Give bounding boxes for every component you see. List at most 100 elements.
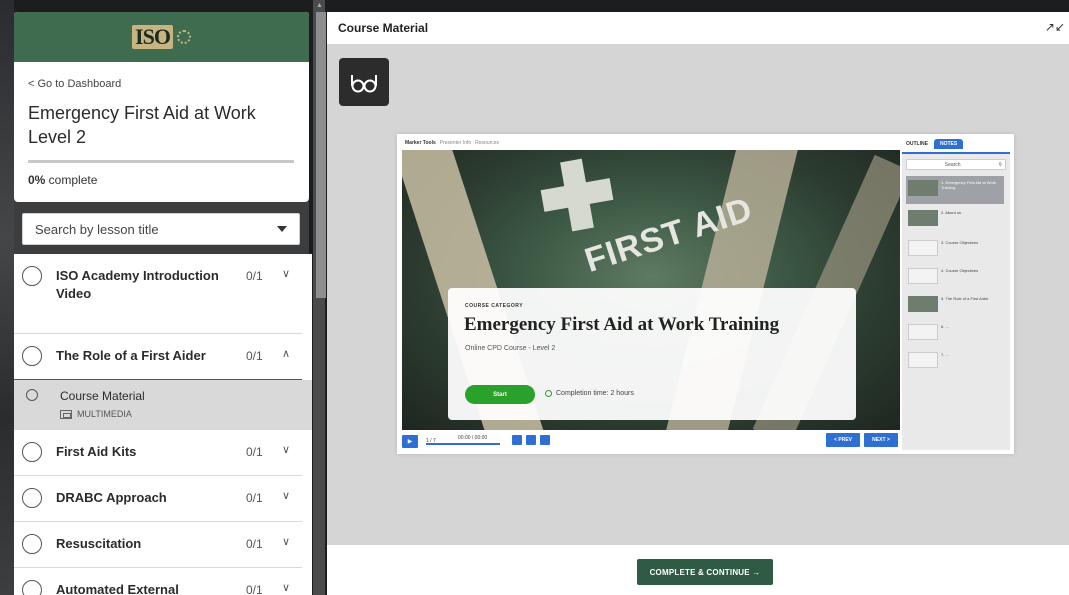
lesson-type-label: MULTIMEDIA bbox=[77, 409, 132, 419]
play-button[interactable]: ▶ bbox=[402, 434, 418, 448]
scrollbar-thumb[interactable] bbox=[316, 12, 326, 298]
completion-time-label: Completion time: 2 hours bbox=[556, 390, 634, 397]
slide-title: Emergency First Aid at Work Training bbox=[464, 314, 780, 335]
section-status-icon bbox=[22, 442, 42, 462]
section-iso-academy-introduction[interactable]: ISO Academy Introduction Video 0/1 ∨ bbox=[14, 254, 302, 334]
chevron-down-icon[interactable]: ∨ bbox=[282, 535, 290, 548]
section-count: 0/1 bbox=[246, 269, 263, 283]
prev-button[interactable]: < PREV bbox=[826, 433, 860, 447]
lesson-type: MULTIMEDIA bbox=[60, 409, 132, 419]
lesson-status-icon bbox=[26, 389, 38, 401]
outline-item[interactable]: 4. Course Objectives bbox=[906, 264, 1004, 292]
volume-icon[interactable] bbox=[526, 435, 536, 445]
time-display: 00:00 / 00:00 bbox=[458, 435, 488, 441]
complete-and-continue-button[interactable]: COMPLETE & CONTINUE → bbox=[637, 559, 773, 585]
tab-resources[interactable]: Resources bbox=[475, 140, 499, 146]
sidebar-scrollbar[interactable]: ▲ bbox=[313, 0, 326, 595]
outline-search-placeholder: Search bbox=[944, 161, 961, 168]
chevron-up-icon[interactable]: ∧ bbox=[282, 347, 290, 360]
slide-thumbnail bbox=[908, 240, 938, 256]
section-status-icon bbox=[22, 266, 42, 286]
logo-text: ISO bbox=[132, 25, 173, 49]
content-header: Course Material bbox=[327, 12, 1069, 44]
tab-presenter-info[interactable]: Presenter Info bbox=[440, 140, 471, 146]
next-button[interactable]: NEXT > bbox=[864, 433, 898, 447]
tab-marker-tools[interactable]: Marker Tools bbox=[405, 140, 436, 146]
tab-notes[interactable]: NOTES bbox=[933, 139, 964, 149]
glasses-icon bbox=[351, 75, 377, 93]
section-status-icon bbox=[22, 488, 42, 508]
outline-item-label: 3. Course Objectives bbox=[941, 240, 979, 245]
seek-bar[interactable] bbox=[426, 443, 500, 445]
expand-icon[interactable]: ↗↙ bbox=[1045, 20, 1065, 34]
outline-item-label: 2. About us bbox=[941, 210, 962, 215]
dropdown-caret-icon bbox=[277, 226, 287, 232]
lesson-search-select[interactable]: Search by lesson title bbox=[22, 213, 300, 245]
course-header-card: ISO < Go to Dashboard Emergency First Ai… bbox=[14, 12, 309, 202]
content-footer: COMPLETE & CONTINUE → bbox=[327, 545, 1069, 595]
outline-item[interactable]: 5. The Role of a First Aider bbox=[906, 292, 1004, 320]
first-aid-cross-icon bbox=[536, 154, 617, 235]
clock-icon bbox=[545, 390, 552, 397]
slide-thumbnail bbox=[908, 210, 938, 226]
outline-item[interactable]: 2. About us bbox=[906, 206, 1004, 234]
outline-search-input[interactable]: Search ⚲ bbox=[906, 159, 1006, 170]
lesson-course-material[interactable]: Course Material MULTIMEDIA bbox=[14, 380, 312, 430]
section-title: ISO Academy Introduction Video bbox=[56, 268, 219, 301]
section-count: 0/1 bbox=[246, 491, 263, 505]
main-content: Course Material ↗↙ Marker Tools Presente… bbox=[327, 12, 1069, 595]
search-icon: ⚲ bbox=[998, 161, 1002, 168]
fullscreen-icon[interactable] bbox=[540, 435, 550, 445]
section-title: Resuscitation bbox=[56, 536, 142, 551]
section-count: 0/1 bbox=[246, 537, 263, 551]
slide-thumbnail bbox=[908, 296, 938, 312]
section-status-icon bbox=[22, 534, 42, 554]
outline-item-label: 5. The Role of a First Aider bbox=[941, 296, 989, 301]
outline-item[interactable]: 3. Course Objectives bbox=[906, 236, 1004, 264]
course-category-label: COURSE CATEGORY bbox=[465, 303, 524, 309]
section-count: 0/1 bbox=[246, 583, 263, 595]
section-first-aid-kits[interactable]: First Aid Kits 0/1 ∨ bbox=[14, 430, 302, 476]
chevron-down-icon[interactable]: ∨ bbox=[282, 443, 290, 456]
section-status-icon bbox=[22, 346, 42, 366]
content-title: Course Material bbox=[338, 21, 429, 35]
completion-time: Completion time: 2 hours bbox=[545, 390, 634, 397]
section-title: Automated External bbox=[56, 582, 179, 595]
replay-icon[interactable] bbox=[512, 435, 522, 445]
go-to-dashboard-link[interactable]: < Go to Dashboard bbox=[28, 78, 121, 90]
scroll-up-icon[interactable]: ▲ bbox=[316, 2, 323, 9]
slide-title-card: COURSE CATEGORY Emergency First Aid at W… bbox=[448, 288, 856, 420]
progress-text: 0% complete bbox=[28, 173, 97, 187]
slide-thumbnail bbox=[908, 180, 938, 196]
chevron-down-icon[interactable]: ∨ bbox=[282, 581, 290, 594]
chevron-down-icon[interactable]: ∨ bbox=[282, 489, 290, 502]
lesson-search-placeholder: Search by lesson title bbox=[35, 221, 159, 237]
outline-item-label: 7. ... bbox=[941, 352, 949, 357]
outline-item[interactable]: 7. ... bbox=[906, 348, 1004, 376]
course-player: Marker Tools Presenter Info Resources FI… bbox=[397, 134, 1014, 454]
section-drabc-approach[interactable]: DRABC Approach 0/1 ∨ bbox=[14, 476, 302, 522]
brand-bar: ISO bbox=[14, 12, 309, 62]
player-controls: ▶ 1 / 7 00:00 / 00:00 < PREV NEXT > bbox=[402, 433, 900, 449]
iso-academy-logo[interactable]: ISO bbox=[132, 25, 191, 49]
lesson-title: Course Material bbox=[60, 389, 145, 403]
reader-mode-button[interactable] bbox=[339, 58, 389, 106]
outline-item[interactable]: 1. Emergency First Aid at Work Training bbox=[906, 176, 1004, 204]
section-title: DRABC Approach bbox=[56, 490, 167, 505]
slide-thumbnail bbox=[908, 324, 938, 340]
tab-outline[interactable]: OUTLINE bbox=[906, 141, 928, 147]
multimedia-icon bbox=[60, 409, 72, 419]
section-title: First Aid Kits bbox=[56, 444, 137, 459]
section-automated-external[interactable]: Automated External 0/1 ∨ bbox=[14, 568, 302, 595]
start-button[interactable]: Start bbox=[465, 385, 535, 404]
background-left bbox=[0, 0, 14, 595]
section-resuscitation[interactable]: Resuscitation 0/1 ∨ bbox=[14, 522, 302, 568]
progress-percent: 0% bbox=[28, 173, 46, 187]
outline-list: Search ⚲ 1. Emergency First Aid at Work … bbox=[902, 152, 1010, 450]
chevron-down-icon[interactable]: ∨ bbox=[282, 267, 290, 280]
slide-subtitle: Online CPD Course - Level 2 bbox=[465, 345, 556, 352]
player-top-tabs: Marker Tools Presenter Info Resources bbox=[405, 140, 499, 146]
progress-suffix: complete bbox=[45, 173, 98, 187]
section-role-of-first-aider[interactable]: The Role of a First Aider 0/1 ∧ bbox=[14, 334, 302, 380]
outline-item[interactable]: 6. ... bbox=[906, 320, 1004, 348]
